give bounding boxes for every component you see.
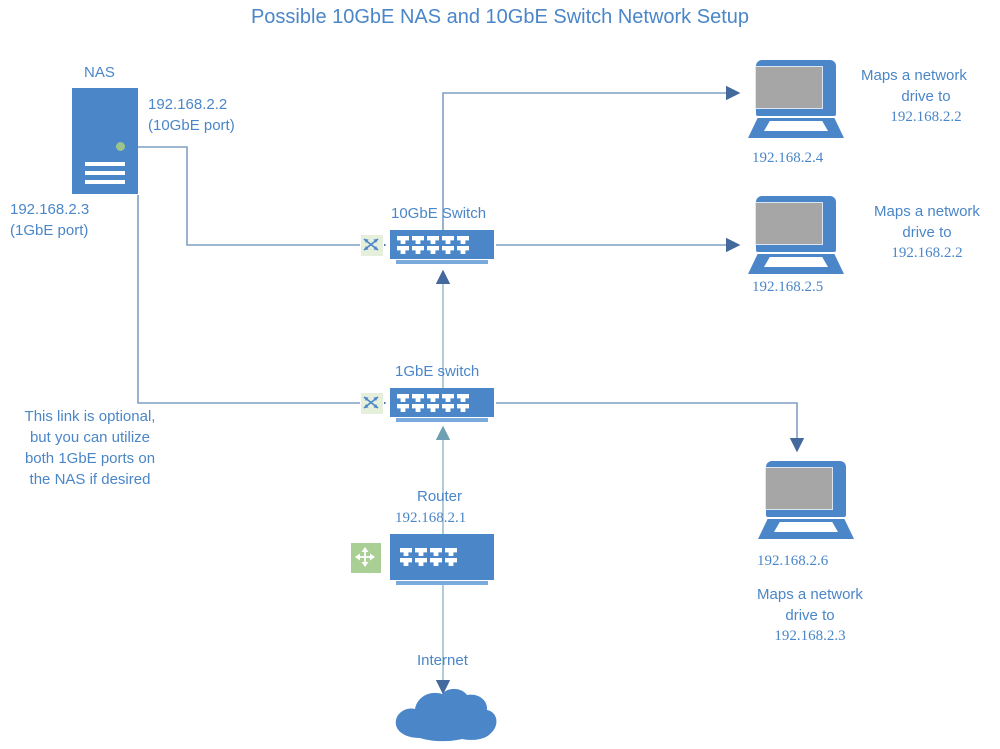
- laptop-keyboard-deck: [764, 257, 828, 267]
- switch-ports-group: [397, 236, 469, 254]
- nas-label: NAS: [84, 64, 115, 81]
- switch-port-icon: [412, 236, 424, 244]
- link-1gbe-switch-to-client-2-6: [496, 402, 805, 453]
- client-2-4-maps-line2: drive to: [901, 88, 951, 105]
- client-2-6-maps-line1: Maps a network: [757, 586, 863, 603]
- nas-drive-bay-icon: [85, 171, 125, 175]
- router-label: Router: [417, 488, 463, 505]
- nas-10gbe-port-label: 192.168.2.2 (10GbE port): [148, 96, 235, 134]
- switch-port-icon: [442, 246, 454, 254]
- router-port-icon: [415, 558, 427, 566]
- laptop-keyboard-deck: [774, 522, 838, 532]
- switch-base-shadow: [396, 260, 488, 264]
- switch-port-icon: [442, 236, 454, 244]
- switch-ports-group: [397, 394, 469, 412]
- client-2-5-maps-line3: 192.168.2.2: [891, 245, 963, 261]
- link-nas-1gbe-to-1gbe-switch: [137, 195, 387, 411]
- nas-drive-bay-icon: [85, 180, 125, 184]
- switch-port-icon: [397, 394, 409, 402]
- client-2-4-ip-label: 192.168.2.4: [752, 150, 824, 166]
- internet-label: Internet: [417, 652, 468, 669]
- router-ip-label: 192.168.2.1: [395, 510, 467, 526]
- switch-port-icon: [397, 246, 409, 254]
- router-base-shadow: [396, 581, 488, 585]
- client-laptop-2-6[interactable]: [758, 461, 854, 539]
- router-port-icon: [445, 548, 457, 556]
- switch-port-icon: [412, 394, 424, 402]
- link-nas-10gbe-to-10gbe-switch: [120, 146, 387, 253]
- laptop-screen: [755, 202, 823, 245]
- optional-link-note: This link is optional, but you can utili…: [24, 408, 156, 488]
- client-2-5-ip-label: 192.168.2.5: [752, 279, 824, 295]
- router-ports-group: [400, 548, 457, 566]
- switch-port-icon: [442, 404, 454, 412]
- switch-port-icon: [457, 236, 469, 244]
- crossing-arrows-icon: [360, 392, 384, 415]
- router-port-icon: [400, 558, 412, 566]
- router-port-icon: [400, 548, 412, 556]
- nas-drive-bay-icon: [85, 162, 125, 166]
- link-10gbe-switch-to-client-2-4: [442, 85, 741, 230]
- switch-port-icon: [412, 246, 424, 254]
- router-port-icon: [415, 548, 427, 556]
- client-laptop-2-5[interactable]: [748, 196, 844, 274]
- router-port-icon: [430, 558, 442, 566]
- client-2-6-ip-label: 192.168.2.6: [757, 553, 829, 569]
- switch-port-icon: [427, 246, 439, 254]
- laptop-keyboard-deck: [764, 121, 828, 131]
- nas-status-led-icon: [116, 142, 125, 151]
- nas-device[interactable]: [72, 88, 138, 194]
- client-2-4-maps-line1: Maps a network: [861, 67, 967, 84]
- router-port-icon: [445, 558, 457, 566]
- switch-port-icon: [397, 404, 409, 412]
- switch-base-shadow: [396, 418, 488, 422]
- switch-port-icon: [457, 394, 469, 402]
- switch-port-icon: [457, 246, 469, 254]
- switch-port-icon: [442, 394, 454, 402]
- switch-port-icon: [412, 404, 424, 412]
- laptop-screen: [765, 467, 833, 510]
- switch-port-icon: [427, 404, 439, 412]
- switch-port-icon: [397, 236, 409, 244]
- switch-port-icon: [457, 404, 469, 412]
- switch-port-icon: [427, 394, 439, 402]
- nas-1gbe-port-label: 192.168.2.3 (1GbE port): [10, 201, 90, 239]
- client-2-6-maps-line3: 192.168.2.3: [774, 628, 846, 644]
- client-2-6-maps-line2: drive to: [785, 607, 835, 624]
- client-laptop-2-4[interactable]: [748, 60, 844, 138]
- crossing-arrows-icon: [360, 234, 384, 257]
- switch-port-icon: [427, 236, 439, 244]
- four-way-arrows-icon: [350, 542, 382, 574]
- client-2-5-maps-line2: drive to: [902, 224, 952, 241]
- cloud-icon: [390, 684, 502, 744]
- router-port-icon: [430, 548, 442, 556]
- laptop-screen: [755, 66, 823, 109]
- ten-gbe-switch-label: 10GbE Switch: [391, 205, 487, 222]
- one-gbe-switch-label: 1GbE switch: [395, 363, 480, 380]
- network-diagram-canvas: Possible 10GbE NAS and 10GbE Switch Netw…: [0, 0, 1000, 749]
- client-2-4-maps-line3: 192.168.2.2: [890, 109, 962, 125]
- client-2-5-maps-line1: Maps a network: [874, 203, 980, 220]
